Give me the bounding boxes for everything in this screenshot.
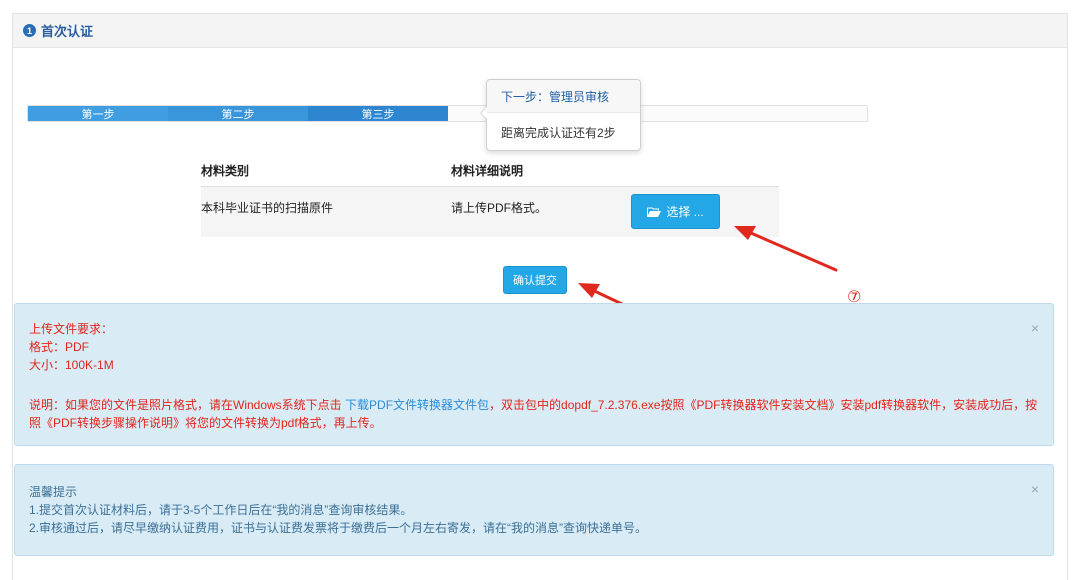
folder-open-icon	[647, 207, 662, 217]
tips-alert: 温馨提示 1.提交首次认证材料后，请于3-5个工作日后在“我的消息”查询审核结果…	[14, 464, 1054, 556]
requirements-description: 说明：如果您的文件是照片格式，请在Windows系统下点击 下载PDF文件转换器…	[29, 398, 1038, 430]
choose-file-button[interactable]: 选择 ...	[631, 194, 720, 229]
requirements-size: 大小：100K-1M	[29, 358, 114, 372]
requirements-title: 上传文件要求：	[29, 322, 114, 336]
confirm-submit-button[interactable]: 确认提交	[503, 266, 567, 294]
upload-requirements-alert: 上传文件要求： 格式：PDF 大小：100K-1M 说明：如果您的文件是照片格式…	[14, 303, 1054, 446]
choose-file-label: 选择 ...	[666, 205, 704, 219]
progress-step-3: 第三步	[308, 106, 448, 121]
row-category: 本科毕业证书的扫描原件	[201, 201, 334, 215]
close-icon[interactable]: ×	[1031, 481, 1039, 497]
tips-line-2: 2.审核通过后，请尽早缴纳认证费用，证书与认证费发票将于缴费后一个月左右寄发，请…	[29, 521, 648, 535]
step-number-badge: 1	[23, 24, 36, 37]
progress-fill: 第一步 第二步 第三步	[28, 106, 448, 121]
panel-header: 1 首次认证	[13, 14, 1067, 48]
tips-title: 温馨提示	[29, 485, 78, 499]
progress-bar: 第一步 第二步 第三步	[27, 105, 868, 122]
close-icon[interactable]: ×	[1031, 320, 1039, 336]
tips-line-1: 1.提交首次认证材料后，请于3-5个工作日后在“我的消息”查询审核结果。	[29, 503, 413, 517]
panel-title: 首次认证	[41, 24, 94, 39]
progress-step-1: 第一步	[81, 108, 115, 121]
tooltip-remaining-steps: 距离完成认证还有2步	[501, 125, 616, 140]
row-detail: 请上传PDF格式。	[451, 201, 548, 215]
tooltip-next-step: 下一步：管理员审核	[487, 80, 640, 113]
progress-step-2: 第二步	[168, 106, 308, 121]
download-converter-link[interactable]: 下载PDF文件转换器文件包	[345, 398, 489, 412]
table-header: 材料类别 材料详细说明	[201, 155, 779, 187]
header-category: 材料类别	[201, 164, 250, 178]
requirements-format: 格式：PDF	[29, 340, 90, 354]
header-detail: 材料详细说明	[451, 164, 524, 178]
next-step-tooltip: 下一步：管理员审核 距离完成认证还有2步	[480, 79, 641, 151]
